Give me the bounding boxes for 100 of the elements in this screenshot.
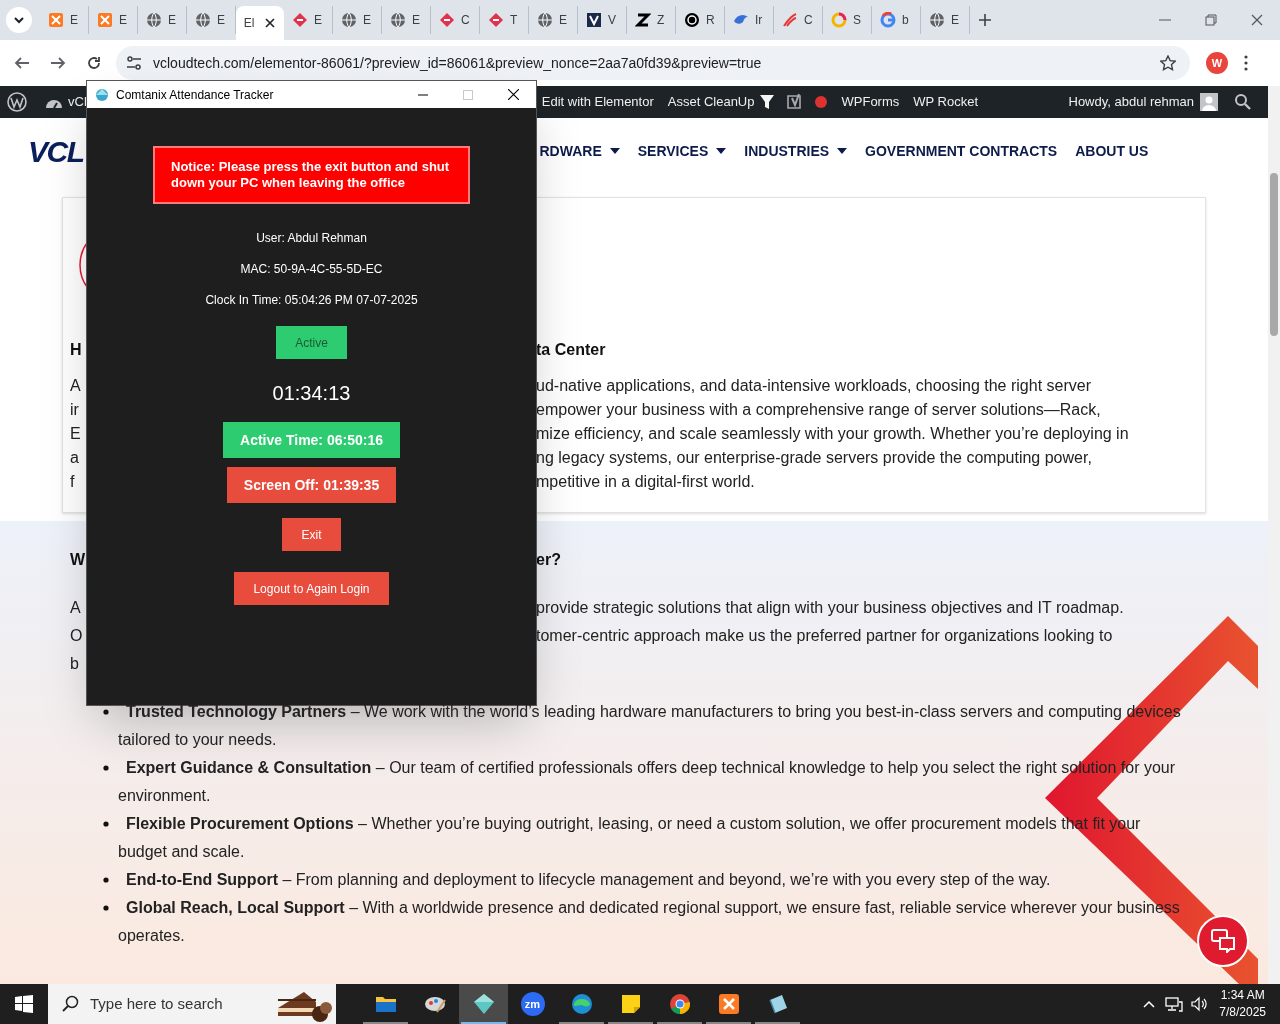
- xampp-logo-icon: [97, 12, 113, 28]
- search-placeholder: Type here to search: [90, 993, 223, 1014]
- site-logo[interactable]: VCL: [28, 128, 84, 174]
- search-field[interactable]: Type here to search: [48, 984, 336, 1024]
- bullet-icon: [103, 877, 109, 883]
- admin-bar-link[interactable]: WPForms: [841, 92, 900, 112]
- browser-tab[interactable]: C: [774, 6, 823, 34]
- tab-title: E: [119, 12, 127, 29]
- funnel-icon[interactable]: [758, 94, 775, 110]
- clock[interactable]: 1:34 AM 7/8/2025: [1219, 987, 1266, 1021]
- browser-tab[interactable]: V: [578, 6, 627, 34]
- tab-title: S: [853, 12, 861, 29]
- site-name-link[interactable]: vCl: [68, 92, 87, 112]
- tab-search-button[interactable]: [6, 7, 32, 33]
- browser-tab[interactable]: E: [40, 6, 89, 34]
- tab-title: Ir: [755, 12, 763, 29]
- notice-banner: Notice: Please press the exit button and shut down your PC when leaving the office: [153, 146, 470, 204]
- globe-icon: [195, 12, 211, 28]
- bullet-text: End-to-End Support – From planning and deployment to lifecycle management and beyond, we’re with you every step of the way.: [125, 870, 1052, 890]
- caret-down-icon[interactable]: [837, 148, 848, 154]
- tab-title: b: [902, 12, 909, 29]
- window-button[interactable]: Exit: [282, 518, 341, 551]
- admin-bar-link[interactable]: Edit with Elementor: [541, 92, 654, 112]
- text-line: ng legacy systems, our enterprise-grade servers provide the computing power,: [536, 448, 1092, 468]
- nav-link[interactable]: GOVERNMENT CONTRACTS: [865, 140, 1058, 162]
- bullet-icon: [103, 765, 109, 771]
- caret-down-icon[interactable]: [716, 148, 727, 154]
- profile-avatar[interactable]: W: [1206, 52, 1228, 74]
- globe-icon: [146, 12, 162, 28]
- browser-tab[interactable]: E: [382, 6, 431, 34]
- bullet-icon: [103, 821, 109, 827]
- scrollbar[interactable]: [1268, 86, 1280, 984]
- search-icon[interactable]: [1234, 93, 1252, 111]
- browser-tab[interactable]: E: [921, 6, 970, 34]
- wordpress-logo-icon[interactable]: [7, 92, 27, 112]
- back-icon[interactable]: [14, 55, 30, 71]
- window-button[interactable]: Logout to Again Login: [234, 572, 389, 605]
- browser-tab[interactable]: Z: [627, 6, 676, 34]
- text-line: mize efficiency, and scale seamlessly with your growth. Whether you’re deploying in: [536, 424, 1129, 444]
- close-icon[interactable]: [264, 17, 277, 29]
- url-text: vcloudtech.com/elementor-86061/?preview_id=86061&preview_nonce=2aa7a0fd39&preview=true: [153, 53, 763, 73]
- browser-tab[interactable]: El: [236, 6, 284, 40]
- window-button[interactable]: Screen Off: 01:39:35: [226, 467, 397, 503]
- tab-title: E: [363, 12, 371, 29]
- browser-tab[interactable]: S: [823, 6, 872, 34]
- text-line: provide strategic solutions that align with your business objectives and IT roadmap.: [536, 598, 1124, 618]
- browser-tab[interactable]: E: [333, 6, 382, 34]
- site-settings-icon[interactable]: [126, 55, 142, 71]
- tab-title: E: [314, 12, 322, 29]
- nav-link[interactable]: SERVICES: [637, 140, 709, 162]
- search-icon: [62, 995, 80, 1013]
- nav-link[interactable]: RDWARE: [539, 140, 602, 162]
- reload-icon[interactable]: [86, 55, 102, 71]
- bullet-icon: [103, 905, 109, 911]
- seo-plugin-icon[interactable]: [784, 93, 803, 111]
- volume-icon[interactable]: [1191, 996, 1208, 1012]
- more-menu-icon[interactable]: [1244, 55, 1248, 71]
- text-line: empower your business with a comprehensive range of server solutions—Rack,: [536, 400, 1101, 420]
- browser-tab[interactable]: E: [187, 6, 236, 34]
- star-icon[interactable]: [1160, 55, 1176, 71]
- browser-tab[interactable]: b: [872, 6, 921, 34]
- forward-icon[interactable]: [50, 55, 66, 71]
- chevron-up-icon[interactable]: [1143, 1000, 1156, 1008]
- scroll-thumb[interactable]: [1270, 173, 1278, 336]
- chat-icon: [1211, 929, 1235, 953]
- status-dot-icon: [814, 96, 827, 108]
- taskbar-app[interactable]: [459, 984, 508, 1024]
- admin-bar-link[interactable]: Asset CleanUp: [667, 92, 755, 112]
- admin-bar-link[interactable]: WP Rocket: [913, 92, 979, 112]
- globe-icon: [537, 12, 553, 28]
- timer-text: 01:34:13: [272, 381, 351, 405]
- nav-link[interactable]: INDUSTRIES: [744, 140, 830, 162]
- browser-tab[interactable]: E: [89, 6, 138, 34]
- browser-tab[interactable]: T: [480, 6, 529, 34]
- bullet-icon: [103, 709, 109, 715]
- restore-icon[interactable]: [1205, 14, 1217, 26]
- caret-down-icon[interactable]: [609, 148, 620, 154]
- browser-tab[interactable]: E: [138, 6, 187, 34]
- xampp-logo-icon: [48, 12, 64, 28]
- nav-link[interactable]: ABOUT US: [1075, 140, 1149, 162]
- close-icon[interactable]: [508, 89, 519, 100]
- text-line: ud-native applications, and data-intensive workloads, choosing the right server: [536, 376, 1091, 396]
- browser-tab[interactable]: C: [431, 6, 480, 34]
- diamond-icon: [292, 12, 308, 28]
- address-bar[interactable]: vcloudtech.com/elementor-86061/?preview_id=86061&preview_nonce=2aa7a0fd39&preview=true: [116, 46, 1190, 80]
- taskbar-app[interactable]: zm: [508, 984, 557, 1024]
- text-line: O: [70, 626, 83, 646]
- tab-title: T: [510, 12, 518, 29]
- globe-icon: [390, 12, 406, 28]
- browser-tab[interactable]: Ir: [725, 6, 774, 34]
- info-text: User: Abdul Rehman: [256, 230, 367, 246]
- text-line: f: [70, 472, 75, 492]
- account-greeting[interactable]: Howdy, abdul rehman: [1068, 92, 1194, 112]
- text-line: tomer-centric approach make us the preferred partner for organizations looking to: [536, 626, 1113, 646]
- edge-browser-icon: [569, 992, 594, 1016]
- browser-tab[interactable]: R: [676, 6, 725, 34]
- network-icon[interactable]: [1165, 996, 1184, 1012]
- browser-tab[interactable]: E: [284, 6, 333, 34]
- new-tab-icon[interactable]: [978, 13, 992, 27]
- browser-tab[interactable]: E: [529, 6, 578, 34]
